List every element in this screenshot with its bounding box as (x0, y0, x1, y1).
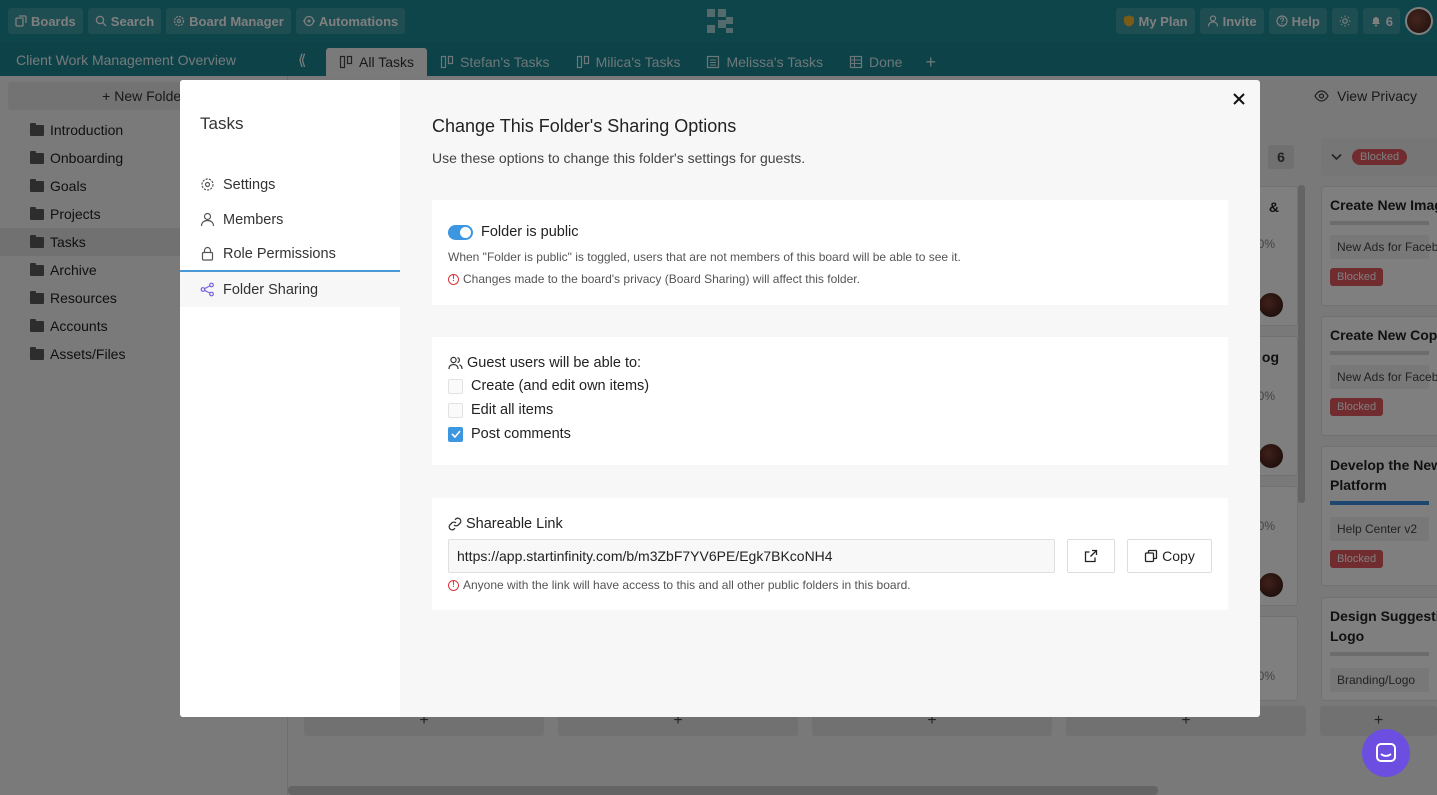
public-toggle-section: Folder is public When "Folder is public"… (432, 200, 1228, 305)
guest-option-post-comments[interactable]: Post comments (448, 426, 571, 442)
folder-public-warning: ! Changes made to the board's privacy (B… (448, 272, 860, 286)
guest-permissions-section: Guest users will be able to: Create (and… (432, 337, 1228, 465)
link-icon (448, 517, 462, 531)
modal-nav-folder-sharing[interactable]: Folder Sharing (180, 272, 400, 307)
guest-permissions-label: Guest users will be able to: (467, 355, 642, 371)
copy-label: Copy (1162, 548, 1195, 564)
modal-nav-settings[interactable]: Settings (180, 167, 400, 202)
modal-title: Change This Folder's Sharing Options (432, 116, 737, 136)
post-comments-checkbox[interactable] (448, 426, 463, 442)
chat-icon (1376, 743, 1396, 762)
warning-icon: ! (448, 579, 459, 591)
guest-permissions-header: Guest users will be able to: (448, 355, 641, 371)
gear-icon (201, 178, 214, 191)
shareable-link-section: Shareable Link Copy ! Anyone with the li… (432, 498, 1228, 610)
create-checkbox[interactable] (448, 378, 463, 394)
close-modal-button[interactable] (1228, 88, 1250, 110)
modal-nav-members[interactable]: Members (180, 202, 400, 237)
option-label: Post comments (471, 426, 571, 442)
shareable-link-header: Shareable Link (448, 516, 563, 532)
check-icon (450, 430, 461, 438)
nav-label: Members (223, 211, 284, 228)
edit-all-checkbox[interactable] (448, 402, 463, 418)
warning-icon: ! (448, 273, 459, 285)
nav-label: Folder Sharing (223, 281, 319, 298)
option-label: Create (and edit own items) (471, 378, 650, 394)
user-icon (200, 212, 215, 227)
folder-public-hint: When "Folder is public" is toggled, user… (448, 250, 961, 264)
nav-label: Role Permissions (223, 245, 336, 262)
shareable-link-label: Shareable Link (466, 516, 563, 532)
open-link-button[interactable] (1067, 539, 1115, 573)
copy-icon (1145, 549, 1158, 563)
modal-sidebar: Tasks Settings Members Role Permissions … (180, 80, 400, 717)
modal-folder-title: Tasks (200, 114, 244, 133)
option-label: Edit all items (471, 402, 554, 418)
folder-public-toggle[interactable] (448, 224, 473, 240)
close-icon (1233, 93, 1245, 105)
app: Boards Search Board Manager Automations … (0, 0, 1437, 795)
folder-public-row: Folder is public (448, 224, 579, 240)
lock-icon (201, 246, 214, 261)
modal-nav: Settings Members Role Permissions Folder… (180, 167, 400, 307)
guest-option-create[interactable]: Create (and edit own items) (448, 378, 649, 394)
support-chat-button[interactable] (1362, 729, 1410, 777)
modal-description: Use these options to change this folder'… (432, 150, 806, 166)
external-link-icon (1084, 549, 1098, 563)
folder-public-label: Folder is public (481, 224, 579, 240)
folder-settings-modal: Tasks Settings Members Role Permissions … (180, 80, 1260, 717)
nav-label: Settings (223, 176, 276, 193)
shareable-link-warning: ! Anyone with the link will have access … (448, 578, 911, 592)
shareable-link-input[interactable] (448, 539, 1055, 573)
share-icon (200, 282, 214, 297)
copy-link-button[interactable]: Copy (1127, 539, 1212, 573)
modal-nav-role-permissions[interactable]: Role Permissions (180, 237, 400, 272)
warning-text: Anyone with the link will have access to… (463, 578, 911, 592)
users-icon (448, 356, 463, 370)
warning-text: Changes made to the board's privacy (Boa… (463, 272, 860, 286)
guest-option-edit-all[interactable]: Edit all items (448, 402, 553, 418)
